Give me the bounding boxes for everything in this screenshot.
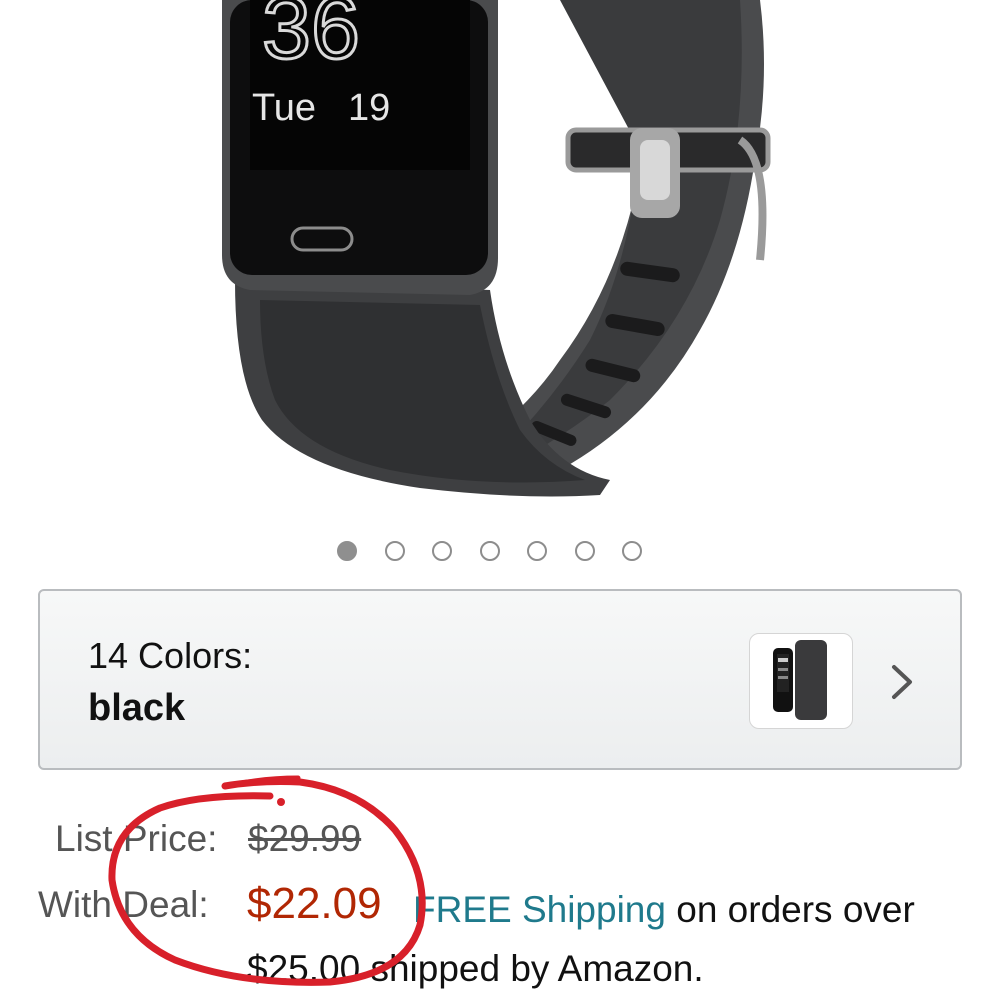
- variant-count-label: 14 Colors:: [88, 635, 253, 676]
- carousel-dot[interactable]: [337, 541, 357, 561]
- color-variant-selector[interactable]: 14 Colors: black: [38, 589, 962, 770]
- watch-date-text: 19: [348, 87, 390, 129]
- carousel-dot[interactable]: [622, 541, 642, 561]
- chevron-right-icon[interactable]: [888, 663, 916, 701]
- deal-price-label: With Deal:: [38, 884, 209, 925]
- list-price-label: List Price:: [55, 818, 218, 859]
- carousel-dot[interactable]: [527, 541, 547, 561]
- watch-day-text: Tue: [252, 87, 316, 129]
- free-shipping-link[interactable]: FREE Shipping: [413, 889, 666, 930]
- carousel-dot[interactable]: [479, 541, 500, 561]
- watch-time-text: 36: [262, 0, 360, 77]
- shipping-text: on orders over: [665, 889, 915, 930]
- variant-selected-value: black: [88, 687, 186, 729]
- carousel-dot[interactable]: [384, 541, 405, 561]
- image-carousel-dots: [337, 541, 642, 561]
- list-price-value: $29.99: [248, 818, 362, 859]
- carousel-dot[interactable]: [432, 541, 452, 561]
- shipping-line-1: FREE Shipping on orders over: [413, 889, 915, 931]
- product-image[interactable]: 36 Tue 19: [0, 0, 1000, 520]
- shipping-line-2: $25.00 shipped by Amazon.: [247, 948, 704, 989]
- variant-thumbnail[interactable]: [749, 633, 853, 729]
- carousel-dot[interactable]: [574, 541, 595, 561]
- deal-price-value: $22.09: [247, 879, 382, 928]
